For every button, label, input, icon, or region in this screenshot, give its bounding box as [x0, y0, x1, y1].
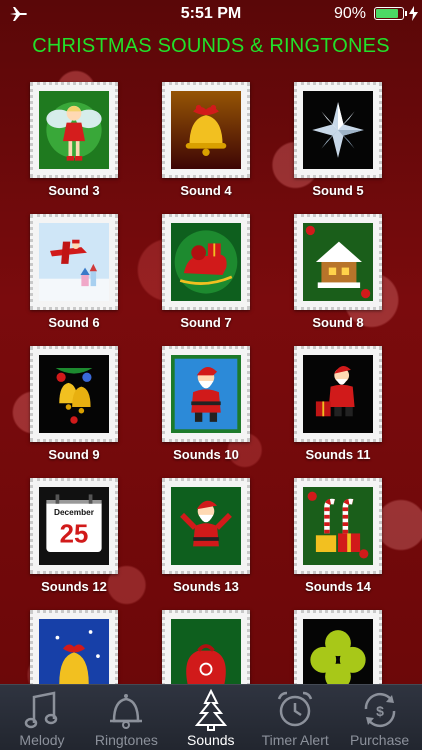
stamp-frame[interactable]: [162, 478, 250, 574]
tab-label: Melody: [19, 732, 65, 748]
stamp-frame[interactable]: [294, 346, 382, 442]
green-clover-icon: [303, 619, 373, 686]
sound-label: Sound 6: [48, 315, 100, 330]
stamp-frame[interactable]: [30, 82, 118, 178]
sound-tile[interactable]: Sound 8: [278, 214, 398, 346]
tab-label: Sounds: [187, 732, 235, 748]
tab-purchase[interactable]: $ Purchase: [338, 685, 422, 750]
blue-bell-icon: [39, 619, 109, 686]
sounds-grid: Sound 3 Sound 4 Sound 5 Sound 6 Sound 7 Sound…: [0, 80, 422, 686]
sound-label: Sounds 11: [305, 447, 371, 462]
sound-label: Sound 5: [312, 183, 364, 198]
sound-tile[interactable]: Sounds 11: [278, 346, 398, 478]
sound-tile[interactable]: [146, 610, 266, 686]
stamp-frame[interactable]: [294, 478, 382, 574]
calendar-icon: December 25: [39, 487, 109, 565]
sound-label: Sounds 12: [41, 579, 107, 594]
sound-tile[interactable]: Sounds 13: [146, 478, 266, 610]
sound-tile[interactable]: Sound 9: [14, 346, 134, 478]
sound-tile[interactable]: Sounds 10: [146, 346, 266, 478]
sleigh-icon: [171, 223, 241, 301]
sound-label: Sound 9: [48, 447, 100, 462]
tab-ringtones[interactable]: Ringtones: [84, 685, 168, 750]
santa-gifts-icon: [303, 355, 373, 433]
tab-label: Ringtones: [94, 732, 158, 748]
tab-label: Timer Alert: [261, 732, 329, 748]
sound-tile[interactable]: Sound 5: [278, 82, 398, 214]
christmas-tree-icon: [194, 689, 227, 731]
sound-tile[interactable]: December 25 Sounds 12: [14, 478, 134, 610]
svg-text:$: $: [376, 703, 384, 719]
stamp-frame[interactable]: [162, 346, 250, 442]
sound-tile[interactable]: [278, 610, 398, 686]
sound-tile[interactable]: Sounds 14: [278, 478, 398, 610]
sound-label: Sounds 13: [173, 579, 239, 594]
fairy-icon: [39, 91, 109, 169]
stamp-frame[interactable]: [162, 82, 250, 178]
santa-icon: [171, 355, 241, 433]
battery-tip: [405, 11, 407, 16]
sound-tile[interactable]: Sound 4: [146, 82, 266, 214]
bells-ornament-icon: [39, 355, 109, 433]
tab-melody[interactable]: Melody: [0, 685, 84, 750]
charging-bolt-icon: [409, 6, 418, 21]
golden-bell-icon: [171, 91, 241, 169]
stamp-frame[interactable]: [30, 610, 118, 686]
sound-label: Sound 4: [180, 183, 232, 198]
tab-timer-alert[interactable]: Timer Alert: [253, 685, 337, 750]
tab-bar: Melody Ringtones Sounds Timer Alert $ Purchas…: [0, 684, 422, 750]
app-title: CHRISTMAS SOUNDS & RINGTONES: [32, 35, 390, 57]
battery-percent: 90%: [333, 5, 366, 22]
stamp-frame[interactable]: [30, 214, 118, 310]
sound-tile[interactable]: Sound 6: [14, 214, 134, 346]
sound-tile[interactable]: Sound 3: [14, 82, 134, 214]
stamp-frame[interactable]: [294, 610, 382, 686]
santa-plane-icon: [39, 223, 109, 301]
snowy-house-icon: [303, 223, 373, 301]
stamp-frame[interactable]: [162, 610, 250, 686]
sound-label: Sound 7: [180, 315, 232, 330]
calendar-month: December: [54, 507, 95, 517]
tab-label: Purchase: [350, 732, 410, 748]
music-note-icon: [24, 691, 58, 729]
tab-sounds[interactable]: Sounds: [169, 685, 253, 750]
stamp-frame[interactable]: December 25: [30, 478, 118, 574]
stamp-frame[interactable]: [294, 214, 382, 310]
calendar-day: 25: [60, 521, 89, 549]
stamp-frame[interactable]: [294, 82, 382, 178]
status-bar: 5:51 PM 90%: [0, 0, 422, 28]
stamp-frame[interactable]: [30, 346, 118, 442]
gift-sack-icon: [171, 619, 241, 686]
sound-label: Sound 3: [48, 183, 100, 198]
sound-tile[interactable]: [14, 610, 134, 686]
sound-tile[interactable]: Sound 7: [146, 214, 266, 346]
sound-label: Sound 8: [312, 315, 364, 330]
battery-level: [376, 9, 398, 18]
silver-star-icon: [303, 91, 373, 169]
dollar-refresh-icon: $: [364, 692, 395, 728]
sound-label: Sounds 14: [305, 579, 371, 594]
sound-label: Sounds 10: [173, 447, 239, 462]
santa-waving-icon: [171, 487, 241, 565]
stamp-frame[interactable]: [162, 214, 250, 310]
alarm-clock-icon: [278, 691, 313, 727]
candy-gifts-icon: [303, 487, 373, 565]
battery-icon: [374, 7, 404, 20]
bell-icon: [110, 694, 143, 729]
